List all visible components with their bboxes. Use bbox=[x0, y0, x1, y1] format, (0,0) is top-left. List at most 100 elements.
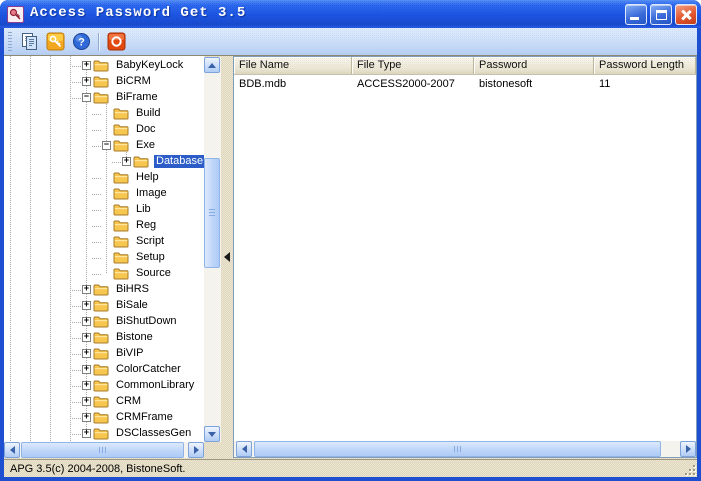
results-list[interactable]: File NameFile TypePasswordPassword Lengt… bbox=[233, 56, 697, 458]
tree-item-label[interactable]: BiCRM bbox=[114, 75, 153, 88]
cell-file-name: BDB.mdb bbox=[234, 76, 352, 93]
tree-item-label[interactable]: Script bbox=[134, 235, 166, 248]
tree-item-label[interactable]: CRM bbox=[114, 395, 143, 408]
tree-item-script[interactable]: Script bbox=[4, 234, 204, 250]
collapse-box[interactable]: − bbox=[82, 93, 91, 102]
scroll-right-button[interactable] bbox=[188, 442, 204, 458]
expand-box[interactable]: + bbox=[82, 301, 91, 310]
tree-item-bistone[interactable]: + Bistone bbox=[4, 330, 204, 346]
expand-box[interactable]: + bbox=[82, 77, 91, 86]
get-password-button[interactable] bbox=[43, 30, 67, 54]
tree-item-label[interactable]: Bistone bbox=[114, 331, 155, 344]
expand-box[interactable]: + bbox=[82, 333, 91, 342]
table-row[interactable]: BDB.mdbACCESS2000-2007bistonesoft11 bbox=[234, 76, 696, 93]
tree-item-bivip[interactable]: + BiVIP bbox=[4, 346, 204, 362]
scroll-left-button[interactable] bbox=[4, 442, 20, 458]
tree-vertical-scrollbar[interactable] bbox=[204, 57, 221, 442]
tree-item-label[interactable]: Doc bbox=[134, 123, 158, 136]
pane-splitter[interactable] bbox=[221, 56, 233, 458]
tree-item-label[interactable]: Lib bbox=[134, 203, 153, 216]
tree-item-exe[interactable]: − Exe bbox=[4, 138, 204, 154]
collapse-box[interactable]: − bbox=[102, 141, 111, 150]
expand-box[interactable]: + bbox=[82, 397, 91, 406]
tree-item-crm[interactable]: + CRM bbox=[4, 394, 204, 410]
tree-item-label[interactable]: CommonLibrary bbox=[114, 379, 196, 392]
minimize-button[interactable] bbox=[625, 4, 647, 25]
expand-box[interactable]: + bbox=[82, 365, 91, 374]
resize-grip[interactable] bbox=[682, 462, 695, 475]
tree-item-label[interactable]: Image bbox=[134, 187, 169, 200]
tree-item-label[interactable]: Exe bbox=[134, 139, 157, 152]
tree-item-label[interactable]: CRMFrame bbox=[114, 411, 175, 424]
tree-item-label[interactable]: BiSale bbox=[114, 299, 150, 312]
expand-box[interactable]: + bbox=[82, 285, 91, 294]
tree-item-label[interactable]: Help bbox=[134, 171, 161, 184]
expand-box[interactable]: + bbox=[82, 381, 91, 390]
tree-item-biframe[interactable]: − BiFrame bbox=[4, 90, 204, 106]
tree-item-bihrs[interactable]: + BiHRS bbox=[4, 282, 204, 298]
scroll-right-button[interactable] bbox=[680, 441, 696, 457]
tree-item-crmframe[interactable]: + CRMFrame bbox=[4, 410, 204, 426]
tree-item-label[interactable]: Reg bbox=[134, 219, 158, 232]
column-header-password[interactable]: Password bbox=[474, 57, 594, 74]
tree-branch-line bbox=[92, 130, 102, 131]
scroll-left-button[interactable] bbox=[236, 441, 252, 457]
tree-item-doc[interactable]: Doc bbox=[4, 122, 204, 138]
expand-box[interactable]: + bbox=[82, 317, 91, 326]
column-header-file-name[interactable]: File Name bbox=[234, 57, 352, 74]
scroll-down-button[interactable] bbox=[204, 426, 220, 442]
tree-item-label[interactable]: DSClassesGen bbox=[114, 427, 193, 440]
help-button[interactable]: ? bbox=[69, 30, 93, 54]
tree-item-label[interactable]: ColorCatcher bbox=[114, 363, 183, 376]
copy-button[interactable] bbox=[17, 30, 41, 54]
tree-item-bicrm[interactable]: + BiCRM bbox=[4, 74, 204, 90]
folder-icon bbox=[113, 139, 129, 152]
tree-horizontal-scrollbar[interactable] bbox=[4, 442, 204, 458]
expand-box[interactable]: + bbox=[82, 429, 91, 438]
cell-password-length: 11 bbox=[594, 76, 696, 93]
tree-item-babykeylock[interactable]: + BabyKeyLock bbox=[4, 58, 204, 74]
list-horizontal-scrollbar[interactable] bbox=[234, 441, 696, 457]
toolbar-grip[interactable] bbox=[8, 32, 12, 52]
expand-box[interactable]: + bbox=[122, 157, 131, 166]
expand-box[interactable]: + bbox=[82, 349, 91, 358]
key-icon bbox=[9, 8, 22, 21]
titlebar[interactable]: Access Password Get 3.5 bbox=[0, 0, 701, 28]
folder-tree[interactable]: +BabyKeyLock+BiCRM−BiFrameBuildDoc−Exe+D… bbox=[4, 56, 204, 442]
close-button[interactable] bbox=[675, 4, 697, 25]
tree-item-image[interactable]: Image bbox=[4, 186, 204, 202]
scroll-up-button[interactable] bbox=[204, 57, 220, 73]
tree-item-label[interactable]: BiVIP bbox=[114, 347, 146, 360]
app-logo-button[interactable] bbox=[104, 30, 128, 54]
tree-item-database[interactable]: + Database bbox=[4, 154, 204, 170]
scrollbar-thumb[interactable] bbox=[21, 442, 184, 458]
tree-item-label[interactable]: BiHRS bbox=[114, 283, 151, 296]
tree-item-label[interactable]: BabyKeyLock bbox=[114, 59, 185, 72]
tree-item-label[interactable]: Build bbox=[134, 107, 162, 120]
tree-item-bishutdown[interactable]: + BiShutDown bbox=[4, 314, 204, 330]
folder-icon bbox=[93, 347, 109, 360]
tree-item-label[interactable]: Setup bbox=[134, 251, 167, 264]
tree-item-build[interactable]: Build bbox=[4, 106, 204, 122]
tree-item-label[interactable]: Source bbox=[134, 267, 173, 280]
tree-item-help[interactable]: Help bbox=[4, 170, 204, 186]
tree-item-dsclassesgen[interactable]: + DSClassesGen bbox=[4, 426, 204, 442]
maximize-button[interactable] bbox=[650, 4, 672, 25]
tree-item-lib[interactable]: Lib bbox=[4, 202, 204, 218]
tree-item-commonlibrary[interactable]: + CommonLibrary bbox=[4, 378, 204, 394]
column-header-password-length[interactable]: Password Length bbox=[594, 57, 696, 74]
tree-item-bisale[interactable]: + BiSale bbox=[4, 298, 204, 314]
column-header-file-type[interactable]: File Type bbox=[352, 57, 474, 74]
scrollbar-thumb[interactable] bbox=[204, 158, 220, 268]
tree-item-label[interactable]: BiFrame bbox=[114, 91, 160, 104]
tree-item-reg[interactable]: Reg bbox=[4, 218, 204, 234]
collapse-left-icon[interactable] bbox=[224, 252, 230, 262]
tree-item-label[interactable]: BiShutDown bbox=[114, 315, 179, 328]
tree-item-setup[interactable]: Setup bbox=[4, 250, 204, 266]
expand-box[interactable]: + bbox=[82, 61, 91, 70]
tree-item-source[interactable]: Source bbox=[4, 266, 204, 282]
tree-item-colorcatcher[interactable]: + ColorCatcher bbox=[4, 362, 204, 378]
scrollbar-thumb[interactable] bbox=[254, 441, 661, 457]
tree-item-label[interactable]: Database bbox=[154, 155, 204, 168]
expand-box[interactable]: + bbox=[82, 413, 91, 422]
